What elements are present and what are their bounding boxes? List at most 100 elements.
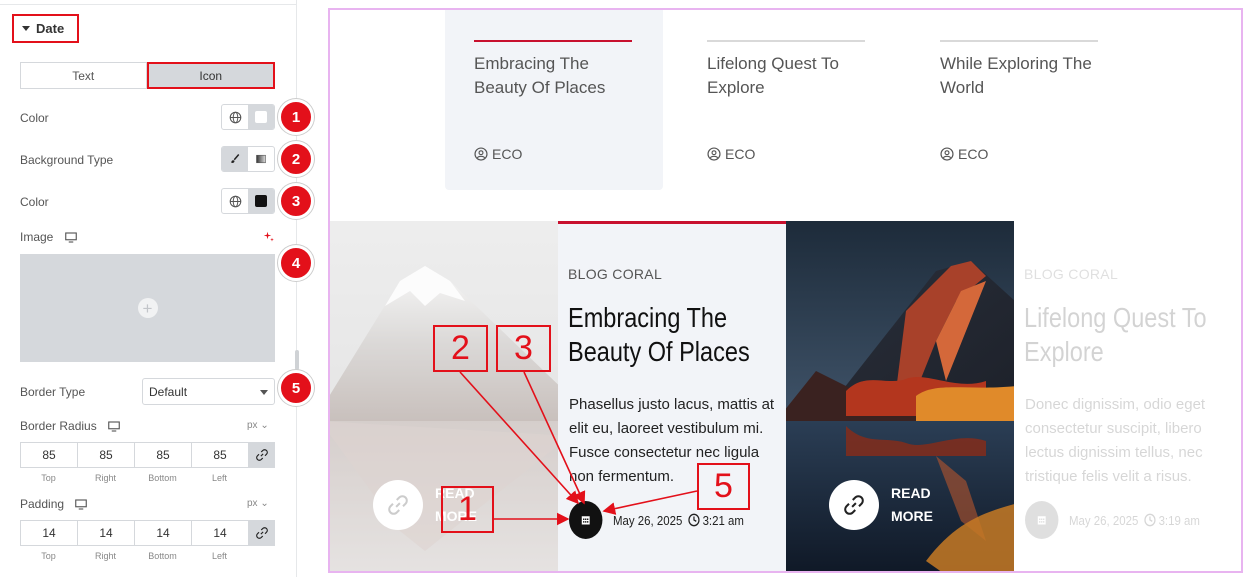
unit-select[interactable]: px ⌄ [247,420,269,431]
panel-scrollbar[interactable] [295,350,299,370]
active-top-card-bg [445,10,663,190]
classic-background-button[interactable] [222,147,248,171]
side-labels: Top Right Bottom Left [20,551,248,561]
post-content: BLOG CORAL Embracing The Beauty Of Place… [558,221,786,571]
date-section-toggle[interactable]: Date [12,14,79,43]
clock-icon [688,513,700,527]
post-title[interactable]: Embracing The Beauty Of Places [568,301,778,369]
date-icon-badge [569,501,603,539]
color-label: Color [20,195,49,209]
post-title[interactable]: Lifelong Quest To Explore [1024,301,1234,369]
step-badge: 1 [278,99,314,135]
read-more-button[interactable] [829,480,879,530]
side-label-left: Left [211,551,227,561]
global-colors-button[interactable] [222,105,248,129]
read-more-button[interactable] [373,480,423,530]
side-label-right: Right [94,473,116,483]
radius-left-input[interactable]: 85 [191,442,248,468]
divider [0,4,296,5]
top-card-title[interactable]: While Exploring The World [940,52,1110,100]
tag-label: ECO [492,146,523,162]
calendar-icon [1037,516,1046,525]
unit-select[interactable]: px ⌄ [247,498,269,509]
side-label-bottom: Bottom [148,551,177,561]
radius-bottom-input[interactable]: 85 [134,442,191,468]
side-label-left: Left [211,473,227,483]
step-badge: 4 [278,245,314,281]
color-control [221,188,275,214]
user-circle-icon [474,147,488,161]
settings-panel: Date Text Icon Color 1 Background Type 2… [0,0,314,577]
color-swatch-button[interactable] [248,189,274,213]
annotation-box-5: 5 [697,463,750,510]
top-card-title[interactable]: Embracing The Beauty Of Places [474,52,644,100]
top-card-tag[interactable]: ECO [940,146,988,162]
image-upload-area[interactable]: + [20,254,275,362]
post-category[interactable]: BLOG CORAL [568,266,662,282]
caret-down-icon [22,26,30,31]
color-swatch-button[interactable] [248,105,274,129]
top-card-title[interactable]: Lifelong Quest To Explore [707,52,877,100]
border-radius-label-row: Border Radius [20,419,120,433]
background-type-label: Background Type [20,153,114,167]
annotation-box-1: 1 [441,486,494,533]
tag-label: ECO [958,146,989,162]
post-category[interactable]: BLOG CORAL [1024,266,1118,282]
step-badge: 5 [278,370,314,406]
tag-label: ECO [725,146,756,162]
user-circle-icon [940,147,954,161]
post-image[interactable]: READ MORE [786,221,1014,571]
read-more-link[interactable]: READ MORE [829,480,935,530]
post-content: BLOG CORAL Lifelong Quest To Explore Don… [1014,221,1241,571]
unit-value: px [247,498,258,509]
border-type-value: Default [149,384,188,399]
color-label: Color [20,111,49,125]
link-icon [255,449,268,461]
post-excerpt: Phasellus justo lacus, mattis at elit eu… [569,396,775,485]
desktop-icon[interactable] [108,421,120,432]
border-radius-inputs: 85 85 85 85 [20,442,275,468]
post-date: May 26, 2025 [1069,512,1139,528]
calendar-icon [581,516,590,525]
link-values-button[interactable] [248,442,275,468]
gradient-background-button[interactable] [248,147,274,171]
global-colors-button[interactable] [222,189,248,213]
tab-text[interactable]: Text [20,62,147,89]
post-time: 3:21 am [702,512,744,528]
border-type-label: Border Type [20,385,86,399]
post-meta: May 26, 2025 3:19 am [1025,501,1200,539]
post-time: 3:19 am [1158,512,1200,528]
padding-right-input[interactable]: 14 [77,520,134,546]
color-swatch [255,195,267,207]
padding-left-input[interactable]: 14 [191,520,248,546]
link-icon [844,495,864,515]
chevron-down-icon: ⌄ [260,498,269,509]
ai-sparkle-icon[interactable] [263,231,275,243]
padding-bottom-input[interactable]: 14 [134,520,191,546]
annotation-box-2: 2 [433,325,488,372]
background-type-control [221,146,275,172]
desktop-icon[interactable] [75,499,88,510]
card-top-line [707,40,865,42]
card-top-line [940,40,1098,42]
side-labels: Top Right Bottom Left [20,473,248,483]
radius-top-input[interactable]: 85 [20,442,77,468]
border-type-select[interactable]: Default [142,378,275,405]
user-circle-icon [707,147,721,161]
padding-top-input[interactable]: 14 [20,520,77,546]
radius-right-input[interactable]: 85 [77,442,134,468]
desktop-icon[interactable] [64,232,77,243]
plus-icon: + [137,298,158,318]
side-label-top: Top [41,473,56,483]
globe-icon [229,111,241,123]
link-icon [255,527,268,539]
style-tabs: Text Icon [20,62,275,89]
link-values-button[interactable] [248,520,275,546]
top-card-tag[interactable]: ECO [474,146,522,162]
padding-label-row: Padding [20,497,88,511]
tab-icon[interactable]: Icon [146,62,275,89]
side-label-bottom: Bottom [148,473,177,483]
top-card-tag[interactable]: ECO [707,146,755,162]
clock-icon [1144,513,1156,527]
step-badge: 3 [278,183,314,219]
